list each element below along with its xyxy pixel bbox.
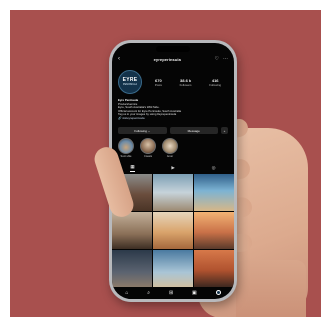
profile-header: ‹ eyreperinsula ♡ ⋯ xyxy=(118,54,228,64)
bio-link[interactable]: 🔗 visiteyrepeninsula xyxy=(118,115,228,121)
phone: ‹ eyreperinsula ♡ ⋯ EYRE PENINSULA 670 P… xyxy=(109,40,237,302)
post-thumbnail[interactable] xyxy=(112,212,152,249)
more-icon[interactable]: ⋯ xyxy=(223,56,228,62)
profile-summary: EYRE PENINSULA 670 Posts 38.6 k Follower… xyxy=(118,69,230,95)
grid-icon[interactable]: ▦ xyxy=(130,164,135,172)
camera-notch xyxy=(156,46,190,52)
profile-stats: 670 Posts 38.6 k Followers 416 Following xyxy=(146,78,230,87)
back-arrow-icon[interactable]: ‹ xyxy=(118,56,120,62)
profile-tabs: ▦ ▶ ◎ xyxy=(112,164,234,172)
story-highlights: Sunt uble Coasts Amer xyxy=(118,138,228,160)
reels-icon[interactable]: ▶ xyxy=(171,165,174,171)
stat-label: Following xyxy=(209,82,222,87)
stat-value: 38.6 k xyxy=(180,77,192,83)
highlight-thumbnail xyxy=(162,138,178,154)
avatar[interactable]: EYRE PENINSULA xyxy=(118,70,142,94)
photo-backdrop: ‹ eyreperinsula ♡ ⋯ EYRE PENINSULA 670 P… xyxy=(10,10,321,317)
bell-icon[interactable]: ♡ xyxy=(215,56,219,62)
highlight-label: Sunt uble xyxy=(120,155,132,158)
profile-username: eyreperinsula xyxy=(153,56,181,62)
stat-followers[interactable]: 38.6 k Followers xyxy=(180,78,192,87)
phone-screen: ‹ eyreperinsula ♡ ⋯ EYRE PENINSULA 670 P… xyxy=(112,43,234,299)
bio-link-text: visiteyrepeninsula xyxy=(122,115,145,120)
highlight-thumbnail xyxy=(118,138,134,154)
highlight-thumbnail xyxy=(140,138,156,154)
post-thumbnail[interactable] xyxy=(194,212,234,249)
profile-actions: Following ⌄ Message + xyxy=(118,127,228,134)
post-thumbnail[interactable] xyxy=(153,250,193,287)
tagged-icon[interactable]: ◎ xyxy=(212,165,216,171)
shop-icon[interactable]: ▣ xyxy=(192,290,197,296)
post-thumbnail[interactable] xyxy=(112,250,152,287)
stat-following[interactable]: 416 Following xyxy=(209,78,221,87)
avatar-logo-sub: PENINSULA xyxy=(122,82,138,86)
profile-bio: Eyre Peninsula Product/service Eyre, Sou… xyxy=(118,98,228,121)
wrist xyxy=(236,260,306,317)
stat-label: Followers xyxy=(179,82,192,87)
highlight-label: Coasts xyxy=(143,155,153,158)
post-thumbnail[interactable] xyxy=(194,174,234,211)
stat-value: 670 xyxy=(155,77,162,83)
bottom-navigation: ⌂ ⌕ ⊞ ▣ xyxy=(116,288,230,297)
highlight-item[interactable]: Coasts xyxy=(140,138,156,160)
stat-posts[interactable]: 670 Posts xyxy=(155,78,162,87)
header-icons: ♡ ⋯ xyxy=(215,56,228,62)
highlight-item[interactable]: Sunt uble xyxy=(118,138,134,160)
avatar-logo: EYRE xyxy=(122,76,138,83)
post-grid xyxy=(112,174,234,287)
stat-label: Posts xyxy=(154,82,162,87)
profile-avatar-icon[interactable] xyxy=(215,290,221,295)
message-button[interactable]: Message xyxy=(169,127,218,134)
highlight-item[interactable]: Amer xyxy=(162,138,178,160)
home-icon[interactable]: ⌂ xyxy=(125,290,128,296)
post-thumbnail[interactable] xyxy=(153,212,193,249)
following-button[interactable]: Following ⌄ xyxy=(118,127,167,134)
suggest-button[interactable]: + xyxy=(221,127,228,134)
search-icon[interactable]: ⌕ xyxy=(147,290,150,296)
highlight-label: Amer xyxy=(166,155,174,158)
add-icon[interactable]: ⊞ xyxy=(169,290,173,296)
post-thumbnail[interactable] xyxy=(194,250,234,287)
post-thumbnail[interactable] xyxy=(153,174,193,211)
